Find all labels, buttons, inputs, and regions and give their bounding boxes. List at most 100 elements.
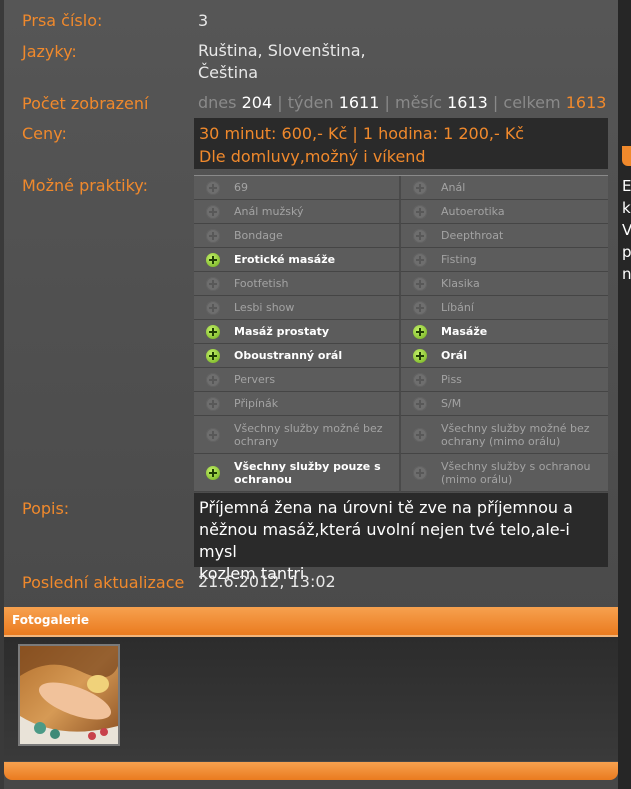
practice-item: Všechny služby možné bez ochrany (194, 416, 401, 454)
practice-label: Všechny služby pouze s ochranou (234, 459, 381, 486)
plus-circle-disabled-icon (206, 204, 220, 219)
stat-week-label: týden (287, 93, 334, 112)
plus-circle-icon (413, 324, 427, 339)
plus-circle-disabled-icon (413, 276, 427, 291)
practice-label: Bondage (234, 229, 283, 242)
practice-item: Fisting (401, 248, 608, 272)
plus-circle-disabled-icon (413, 180, 427, 195)
updated-label: Poslední aktualizace (22, 573, 185, 592)
plus-circle-disabled-icon (206, 228, 220, 243)
practices-label: Možné praktiky: (22, 176, 148, 195)
practice-label: Deepthroat (441, 229, 504, 242)
practice-item: Připínák (194, 392, 401, 416)
stat-total-value: 1613 (565, 93, 607, 112)
plus-circle-icon (413, 348, 427, 363)
gallery-footer-bar (4, 762, 618, 780)
languages-label: Jazyky: (22, 42, 77, 61)
practice-label: Oboustranný orál (234, 349, 343, 362)
practice-item: Piss (401, 368, 608, 392)
practice-label: Líbání (441, 301, 474, 314)
practice-item: Anál mužský (194, 200, 401, 224)
bust-value: 3 (198, 11, 209, 30)
plus-circle-disabled-icon (413, 204, 427, 219)
practice-label: Klasika (441, 277, 480, 290)
view-stats: dnes 204 | týden 1611 | měsíc 1613 | cel… (198, 92, 606, 114)
plus-circle-disabled-icon (206, 300, 220, 315)
plus-circle-disabled-icon (413, 427, 427, 442)
prices-label: Ceny: (22, 124, 67, 143)
plus-circle-disabled-icon (413, 228, 427, 243)
plus-circle-icon (206, 465, 220, 480)
plus-circle-disabled-icon (206, 372, 220, 387)
practice-label: Připínák (234, 397, 279, 410)
practice-item: Líbání (401, 296, 608, 320)
stat-separator: | (277, 93, 283, 112)
stat-today-label: dnes (198, 93, 237, 112)
sidebar-text-fragment: n (622, 265, 631, 283)
practice-item: S/M (401, 392, 608, 416)
description-box: Příjemná žena na úrovni tě zve na příjem… (194, 493, 608, 583)
plus-circle-disabled-icon (413, 396, 427, 411)
practice-item: Anál (401, 176, 608, 200)
sidebar-text-fragment: p (622, 243, 631, 261)
plus-circle-disabled-icon (413, 252, 427, 267)
practice-label: Anál (441, 181, 466, 194)
description-line: Příjemná žena na úrovni tě zve na příjem… (199, 498, 573, 517)
stat-separator: | (492, 93, 499, 112)
photo-thumbnail-image (20, 646, 118, 744)
prices-box: 30 minut: 600,- Kč | 1 hodina: 1 200,- K… (194, 118, 608, 169)
stat-separator: | (384, 93, 390, 112)
practice-label: Orál (441, 349, 467, 362)
practice-label: Masáže (441, 325, 488, 338)
practice-item: Pervers (194, 368, 401, 392)
practice-item: 69 (194, 176, 401, 200)
practice-item: Autoerotika (401, 200, 608, 224)
plus-circle-disabled-icon (206, 427, 220, 442)
practice-item: Oboustranný orál (194, 344, 401, 368)
practice-label: Fisting (441, 253, 477, 266)
sidebar-text-fragment: k (622, 199, 631, 217)
practice-item: Klasika (401, 272, 608, 296)
sidebar-tab (622, 146, 631, 166)
practice-label: Pervers (234, 373, 276, 386)
plus-circle-icon (206, 324, 220, 339)
stat-week-value: 1611 (338, 93, 380, 112)
languages-line: Čeština (198, 63, 259, 82)
languages-value: Ruština, Slovenština, Čeština (198, 40, 366, 84)
practice-item: Všechny služby s ochranou (mimo orálu) (401, 454, 608, 492)
updated-value: 21.6.2012, 13:02 (198, 572, 336, 591)
stat-today-value: 204 (241, 93, 273, 112)
sidebar-text-fragment: V (622, 221, 631, 239)
practice-item: Masáže (401, 320, 608, 344)
practices-grid: 69 Anál Anál mužský Autoerotika Bondage Deept… (194, 175, 608, 492)
prices-line: 30 minut: 600,- Kč | 1 hodina: 1 200,- K… (199, 124, 525, 143)
practice-label: Masáž prostaty (234, 325, 330, 338)
practice-label: Autoerotika (441, 205, 505, 218)
practice-item: Masáž prostaty (194, 320, 401, 344)
sidebar-text-fragment: E (622, 177, 631, 195)
practice-label: Lesbi show (234, 301, 295, 314)
plus-circle-disabled-icon (413, 465, 427, 480)
practice-item: Bondage (194, 224, 401, 248)
plus-circle-disabled-icon (413, 372, 427, 387)
practice-label: Všechny služby s ochranou (mimo orálu) (441, 459, 591, 486)
practice-item: Všechny služby možné bez ochrany (mimo o… (401, 416, 608, 454)
plus-circle-disabled-icon (206, 276, 220, 291)
practice-label: Footfetish (234, 277, 289, 290)
prices-line: Dle domluvy,možný i víkend (199, 147, 426, 166)
practice-label: 69 (234, 181, 248, 194)
practice-label: Piss (441, 373, 462, 386)
description-line: něžnou masáž,která uvolní nejen tvé telo… (199, 520, 570, 561)
practice-label: Všechny služby možné bez ochrany (mimo o… (441, 421, 590, 448)
practice-label: S/M (441, 397, 462, 410)
languages-line: Ruština, Slovenština, (198, 41, 366, 60)
stat-month-value: 1613 (447, 93, 488, 112)
practice-item: Orál (401, 344, 608, 368)
description-label: Popis: (22, 499, 70, 518)
gallery-header: Fotogalerie (4, 607, 618, 637)
practice-label: Anál mužský (234, 205, 304, 218)
bust-label: Prsa číslo: (22, 11, 103, 30)
plus-circle-disabled-icon (206, 180, 220, 195)
gallery-thumbnail[interactable] (18, 644, 120, 746)
right-sidebar-fragment: E k V p n (618, 0, 631, 789)
